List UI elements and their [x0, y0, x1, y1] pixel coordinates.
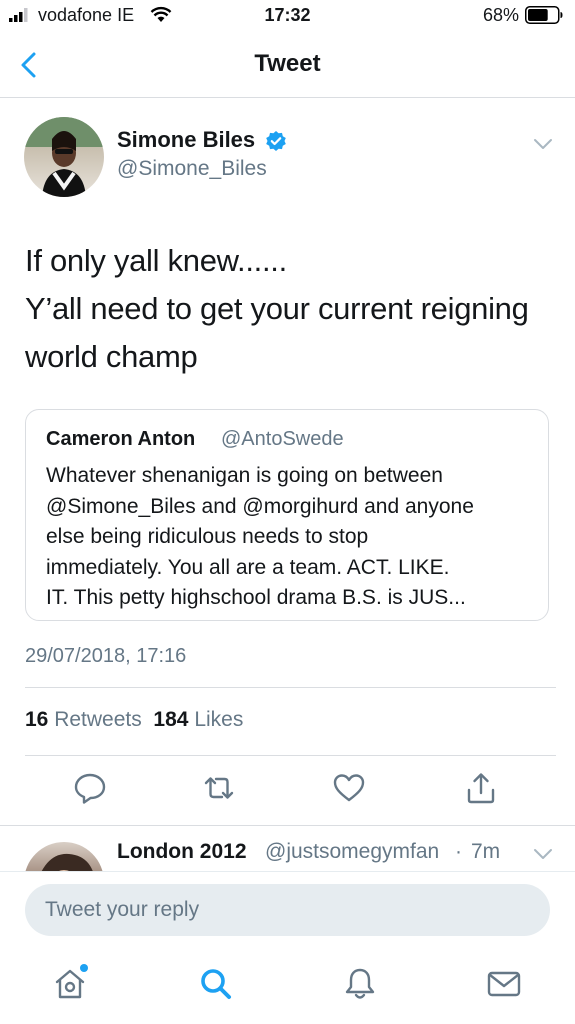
divider	[25, 755, 556, 756]
chevron-down-icon[interactable]	[531, 136, 555, 152]
nav-divider	[0, 97, 575, 98]
tweet-text-line: If only yall knew......	[25, 243, 287, 278]
quoted-tweet-card[interactable]: Cameron Anton @AntoSwede Whatever shenan…	[25, 409, 549, 621]
tweet-timestamp: 29/07/2018, 17:16	[25, 645, 187, 667]
tab-notifications[interactable]	[342, 966, 378, 1002]
likes-count: 184	[153, 708, 189, 731]
tweet-text-line: world champ	[25, 339, 198, 374]
reply-age: 7m	[471, 840, 501, 863]
retweets-count: 16	[25, 708, 49, 731]
reply-author-handle[interactable]: @justsomegymfan	[265, 840, 439, 864]
likes-label: Likes	[194, 708, 244, 731]
quoted-text-line: immediately. You all are a team. ACT. LI…	[46, 555, 450, 579]
tab-search[interactable]	[198, 966, 234, 1002]
chevron-down-icon[interactable]	[531, 846, 555, 862]
like-button[interactable]	[331, 770, 367, 806]
reply-icon	[74, 773, 106, 804]
battery-icon	[525, 6, 563, 24]
quoted-text-line: else being ridiculous needs to stop	[46, 525, 369, 548]
quoted-author-handle: @AntoSwede	[221, 428, 344, 450]
reply-input-placeholder: Tweet your reply	[45, 898, 200, 921]
avatar-photo	[24, 117, 104, 197]
new-content-dot	[80, 964, 88, 972]
tweet-text-line: Y’all need to get your current reigning	[25, 291, 529, 326]
status-bar: vodafone IE 17:32 68%	[0, 0, 575, 34]
quoted-tweet-text: Whatever shenanigan is going on between …	[46, 461, 536, 614]
like-icon	[333, 774, 365, 802]
battery-percentage: 68%	[482, 5, 519, 25]
tweet-stats: 16 Retweets 184 Likes	[25, 708, 243, 732]
notifications-icon	[345, 968, 375, 999]
tab-messages[interactable]	[486, 966, 522, 1002]
share-icon	[467, 773, 495, 804]
quoted-author-name: Cameron Anton	[46, 428, 196, 450]
author-handle[interactable]: @Simone_Biles	[117, 157, 267, 181]
verified-badge-icon	[266, 131, 286, 151]
reply-input[interactable]: Tweet your reply	[25, 884, 550, 936]
retweet-button[interactable]	[201, 770, 237, 806]
author-avatar[interactable]	[24, 117, 104, 197]
likes-stat[interactable]: 184 Likes	[153, 708, 243, 731]
tweet-text: If only yall knew...... Y’all need to ge…	[25, 237, 555, 381]
quoted-text-line: Whatever shenanigan is going on between	[46, 464, 443, 487]
share-button[interactable]	[463, 770, 499, 806]
page-title: Tweet	[254, 50, 321, 77]
separator-dot: ·	[455, 840, 462, 863]
quoted-text-line: IT. This petty highschool drama B.S. is …	[46, 586, 466, 609]
messages-icon	[487, 971, 521, 997]
author-name[interactable]: Simone Biles	[117, 127, 255, 153]
retweets-label: Retweets	[54, 708, 142, 731]
reply-button[interactable]	[72, 770, 108, 806]
retweet-icon	[204, 777, 234, 799]
divider	[0, 825, 575, 826]
divider	[25, 687, 556, 688]
quoted-text-line: @Simone_Biles and @morgihurd and anyone	[46, 494, 474, 518]
search-icon	[201, 969, 231, 999]
retweets-stat[interactable]: 16 Retweets	[25, 708, 142, 731]
reply-author-name[interactable]: London 2012	[117, 840, 247, 864]
